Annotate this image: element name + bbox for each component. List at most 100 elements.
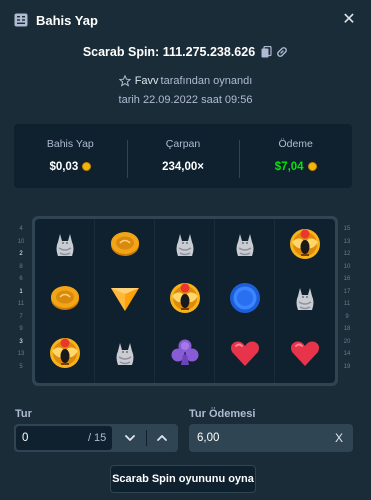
copy-icon[interactable] xyxy=(261,46,272,58)
play-game-button[interactable]: Scarab Spin oyununu oyna xyxy=(110,465,256,493)
payline-number: 13 xyxy=(343,238,351,245)
reel-cell xyxy=(215,273,275,329)
reel-cell xyxy=(155,273,215,329)
payline-number: 3 xyxy=(19,338,23,345)
stat-value: 234,00× xyxy=(162,161,204,173)
cat-symbol-icon xyxy=(227,226,263,267)
scarab-symbol-icon xyxy=(287,226,323,267)
bet-amount: $0,03 xyxy=(49,160,79,173)
modal-title: Bahis Yap xyxy=(36,12,98,28)
stat-multiplier: Çarpan 234,00× xyxy=(126,137,240,178)
slot-board xyxy=(35,219,335,383)
cat-symbol-icon xyxy=(167,226,203,267)
rounds-decrease-button[interactable] xyxy=(114,424,145,452)
modal-header: Bahis Yap ✕ xyxy=(0,0,371,40)
payline-number: 13 xyxy=(17,351,25,357)
payline-number: 5 xyxy=(19,363,23,370)
rounds-value: 0 xyxy=(22,432,29,444)
payline-number: 17 xyxy=(343,288,351,295)
payline-number: 15 xyxy=(343,226,351,232)
chevron-down-icon xyxy=(125,435,135,441)
bet-stats-panel: Bahis Yap $0,03 Çarpan 234,00× Ödeme $7,… xyxy=(14,124,352,188)
payline-number: 12 xyxy=(343,251,351,257)
payline-number: 9 xyxy=(345,313,349,320)
heart-symbol-icon xyxy=(227,335,263,376)
rounds-total: / 15 xyxy=(87,432,107,444)
reel-cell xyxy=(95,273,155,329)
payline-number: 7 xyxy=(19,313,23,320)
reel-cell xyxy=(35,273,95,329)
reel-cell xyxy=(35,219,95,274)
reel-cell xyxy=(275,328,335,383)
coin-icon xyxy=(82,162,92,171)
reel-cell xyxy=(95,219,155,274)
payline-number: 14 xyxy=(343,351,351,357)
reel-cell xyxy=(215,219,275,274)
rounds-label: Tur xyxy=(15,408,32,420)
game-id-line: Scarab Spin: 111.275.238.626 xyxy=(0,42,371,62)
rounds-control: 0 / 15 xyxy=(14,424,178,452)
payline-number: 1 xyxy=(19,288,23,295)
played-by-line: Favv tarafından oynandı xyxy=(0,72,371,90)
stat-label: Bahis Yap xyxy=(46,137,94,150)
payline-number: 4 xyxy=(19,226,23,232)
game-name: Scarab Spin: 111.275.238.626 xyxy=(82,45,256,59)
coin-symbol-icon xyxy=(107,226,143,267)
triangle-symbol-icon xyxy=(107,280,143,321)
clear-button[interactable]: X xyxy=(335,431,343,445)
payline-number: 10 xyxy=(343,263,351,270)
stat-bet: Bahis Yap $0,03 xyxy=(14,138,127,175)
stat-label: Ödeme xyxy=(278,137,313,150)
payline-number: 19 xyxy=(343,363,351,370)
multiplier-value: 234,00× xyxy=(162,160,204,173)
reel-cell xyxy=(275,219,335,274)
coin-icon xyxy=(307,162,317,171)
payline-number: 9 xyxy=(19,326,23,332)
rounds-increase-button[interactable] xyxy=(147,424,178,452)
rounds-input[interactable]: 0 / 15 xyxy=(16,426,113,450)
stat-value: $0,03 xyxy=(49,160,92,173)
payline-number: 16 xyxy=(343,276,351,282)
stat-payout: Ödeme $7,04 xyxy=(239,137,352,178)
reel-cell xyxy=(35,328,95,383)
reel-cell xyxy=(275,274,335,329)
cat-symbol-icon xyxy=(107,335,143,376)
payline-numbers-left: 4 10 2 8 6 1 11 7 9 3 13 5 xyxy=(15,226,27,376)
round-payout-field[interactable]: 6,00 X xyxy=(189,424,353,452)
close-icon[interactable]: ✕ xyxy=(341,11,357,28)
reel-cell xyxy=(95,328,155,383)
player-name[interactable]: Favv xyxy=(135,75,159,87)
scarab-symbol-icon xyxy=(167,280,203,321)
played-by-text: tarafından oynandı xyxy=(160,75,253,87)
payline-number: 11 xyxy=(17,301,25,307)
heart-symbol-icon xyxy=(287,335,323,376)
stat-value: $7,04 xyxy=(275,161,317,173)
reel-cell xyxy=(155,328,215,383)
link-icon[interactable] xyxy=(276,46,288,58)
bet-slip-icon xyxy=(14,13,28,27)
chevron-up-icon xyxy=(157,435,168,441)
payline-numbers-right: 15 13 12 10 16 17 11 9 18 20 14 19 xyxy=(341,226,353,376)
blue-coin-symbol-icon xyxy=(227,280,263,321)
star-icon[interactable] xyxy=(118,75,131,87)
payline-number: 8 xyxy=(19,263,23,270)
scarab-symbol-icon xyxy=(47,335,83,376)
payout-amount: $7,04 xyxy=(274,160,304,173)
payline-number: 20 xyxy=(343,338,351,345)
reel-cell xyxy=(155,219,215,274)
bet-date: tarih 22.09.2022 saat 09:56 xyxy=(118,94,253,106)
round-payout-value: 6,00 xyxy=(197,432,220,444)
payline-number: 2 xyxy=(19,251,23,257)
coin-symbol-icon xyxy=(47,280,83,321)
payline-number: 11 xyxy=(343,301,351,307)
cat-symbol-icon xyxy=(47,226,83,267)
payline-number: 18 xyxy=(343,326,351,332)
cat-symbol-icon xyxy=(287,280,323,321)
payline-number: 6 xyxy=(19,276,23,282)
stat-label: Çarpan xyxy=(165,137,201,150)
slot-board-frame xyxy=(32,216,338,386)
reel-cell xyxy=(215,328,275,383)
round-payout-label: Tur Ödemesi xyxy=(189,408,256,420)
club-symbol-icon xyxy=(167,335,203,376)
payline-number: 10 xyxy=(17,238,25,245)
